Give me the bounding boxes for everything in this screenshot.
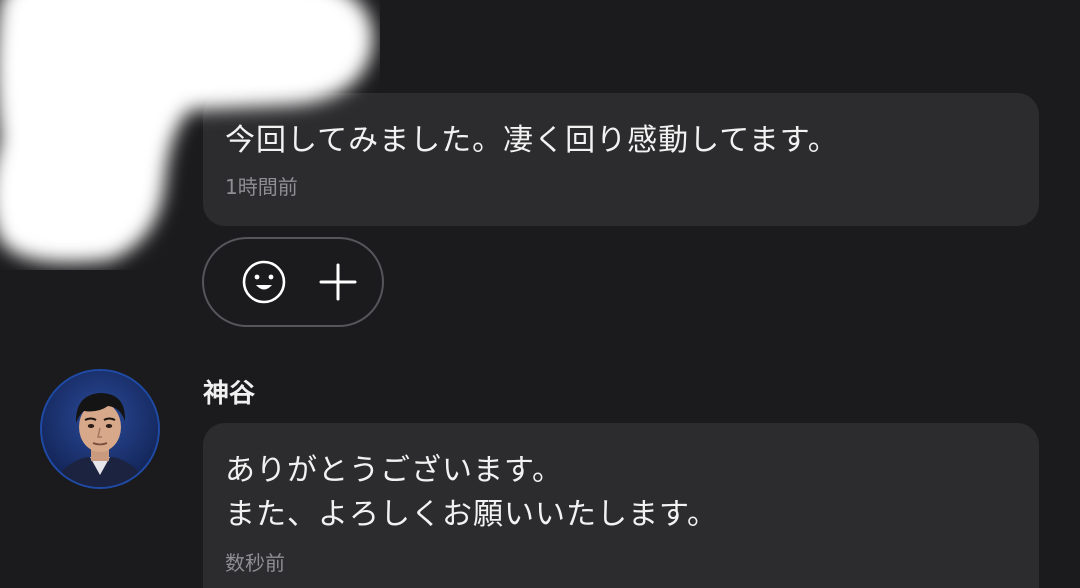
chat-screen: 今回してみました。凄く回り感動してます。 1時間前 神谷 ありがとうございます。… — [0, 0, 1080, 588]
plus-icon — [319, 263, 357, 301]
add-reaction-button[interactable] — [238, 256, 290, 308]
avatar[interactable] — [40, 369, 160, 489]
sender-name: 神谷 — [203, 379, 256, 409]
smile-face-icon — [242, 260, 286, 304]
message-bubble[interactable]: 今回してみました。凄く回り感動してます。 1時間前 — [203, 93, 1039, 226]
add-button[interactable] — [312, 256, 364, 308]
message-timestamp: 1時間前 — [225, 175, 298, 199]
reaction-bar — [202, 237, 384, 327]
reply-text: ありがとうございます。 また、よろしくお願いいたします。 — [225, 453, 718, 532]
reply-timestamp: 数秒前 — [225, 551, 285, 575]
reply-bubble[interactable]: ありがとうございます。 また、よろしくお願いいたします。 数秒前 — [203, 423, 1039, 588]
profile-photo — [42, 371, 158, 487]
message-text: 今回してみました。凄く回り感動してます。 — [225, 123, 839, 158]
